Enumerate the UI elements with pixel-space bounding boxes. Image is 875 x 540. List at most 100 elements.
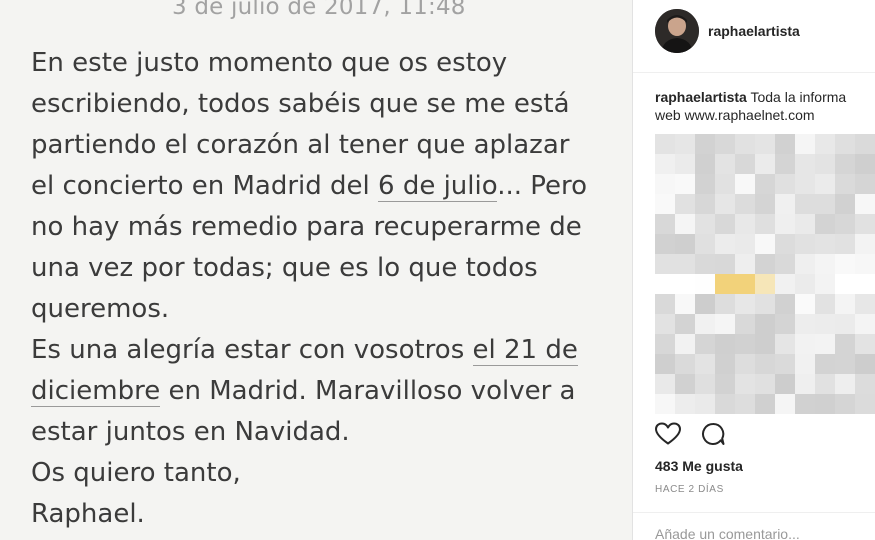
blur-tile: [855, 154, 875, 174]
blur-tile: [855, 214, 875, 234]
blur-tile: [795, 174, 815, 194]
blur-tile: [835, 354, 855, 374]
blur-tile: [655, 294, 675, 314]
note-line: escribiendo, todos sabéis que se me está: [31, 89, 570, 119]
header-divider: [633, 72, 875, 73]
blur-tile: [695, 254, 715, 274]
blur-tile: [715, 354, 735, 374]
blur-tile: [835, 254, 855, 274]
blur-tile: [815, 154, 835, 174]
blur-tile: [735, 174, 755, 194]
blur-tile: [675, 154, 695, 174]
note-paragraph-2: Es una alegría estar con vosotros el 21 …: [31, 330, 621, 453]
note-line: partiendo el corazón al tener que aplaza…: [31, 130, 570, 160]
blur-tile: [775, 154, 795, 174]
blur-tile: [695, 314, 715, 334]
blur-tile: [755, 194, 775, 214]
blur-tile: [715, 134, 735, 154]
blur-tile: [775, 254, 795, 274]
blur-tile: [815, 194, 835, 214]
blur-tile: [655, 154, 675, 174]
blur-tile: [795, 314, 815, 334]
blur-tile: [835, 154, 855, 174]
blur-tile: [815, 354, 835, 374]
blur-tile: [835, 134, 855, 154]
note-text: en Madrid. Maravilloso volver a: [160, 376, 576, 406]
blur-tile: [715, 294, 735, 314]
blur-tile: [695, 374, 715, 394]
blur-tile: [815, 174, 835, 194]
blur-tile: [835, 274, 855, 294]
blur-tile: [735, 314, 755, 334]
blur-tile: [735, 354, 755, 374]
blur-tile: [835, 234, 855, 254]
blur-tile: [735, 214, 755, 234]
blur-tile: [815, 394, 835, 414]
note-line: no hay más remedio para recuperarme de: [31, 212, 582, 242]
blur-tile: [835, 394, 855, 414]
note-line: queremos.: [31, 294, 170, 324]
likes-count[interactable]: 483 Me gusta: [655, 458, 743, 474]
heart-icon[interactable]: [655, 422, 681, 446]
note-text: el concierto en Madrid del: [31, 171, 379, 201]
blur-tile: [695, 334, 715, 354]
blur-tile: [735, 374, 755, 394]
blur-tile: [675, 274, 695, 294]
blur-tile: [855, 234, 875, 254]
blur-tile: [855, 394, 875, 414]
blur-tile: [655, 274, 675, 294]
blur-tile: [675, 374, 695, 394]
blur-tile: [675, 174, 695, 194]
post-username[interactable]: raphaelartista: [708, 23, 800, 39]
note-line: Os quiero tanto,: [31, 458, 241, 488]
blur-tile: [795, 294, 815, 314]
blur-tile: [755, 234, 775, 254]
date-link-6-julio[interactable]: 6 de julio: [378, 171, 498, 202]
date-link-21-diciembre-part1[interactable]: el 21 de: [472, 335, 578, 366]
blur-tile: [855, 274, 875, 294]
post-timestamp: HACE 2 DÍAS: [655, 484, 724, 495]
add-comment-input[interactable]: Añade un comentario...: [655, 526, 800, 540]
note-body: En este justo momento que os estoy escri…: [31, 43, 621, 535]
date-link-21-diciembre-part2[interactable]: diciembre: [31, 376, 161, 407]
blur-tile: [855, 354, 875, 374]
blur-tile: [755, 334, 775, 354]
note-line: una vez por todas; que es lo que todos: [31, 253, 538, 283]
avatar[interactable]: [655, 9, 699, 53]
note-text: ... Pero: [497, 171, 588, 201]
blur-tile: [735, 194, 755, 214]
blur-tile: [815, 334, 835, 354]
blur-tile: [695, 154, 715, 174]
caption-text: Toda la informa: [746, 89, 847, 105]
blur-tile: [715, 194, 735, 214]
comment-icon[interactable]: [701, 422, 725, 446]
blur-tile: [715, 174, 735, 194]
blur-tile: [815, 214, 835, 234]
blur-tile: [655, 354, 675, 374]
blur-tile: [835, 334, 855, 354]
blur-tile: [655, 254, 675, 274]
note-date: 3 de julio de 2017, 11:48: [172, 0, 466, 20]
blur-tile: [815, 274, 835, 294]
blur-tile: [715, 374, 735, 394]
blur-tile: [835, 314, 855, 334]
blur-tile: [755, 134, 775, 154]
caption-line: raphaelartista Toda la informa: [655, 88, 875, 106]
blur-tile: [695, 394, 715, 414]
blur-tile: [755, 294, 775, 314]
caption-username[interactable]: raphaelartista: [655, 89, 747, 105]
blur-tile: [835, 194, 855, 214]
post-caption: raphaelartista Toda la informa web www.r…: [655, 88, 875, 124]
blur-tile: [775, 274, 795, 294]
blur-tile: [775, 194, 795, 214]
blur-tile: [835, 174, 855, 194]
note-signature: Raphael.: [31, 499, 145, 529]
blur-tile: [655, 134, 675, 154]
note-text: Es una alegría estar con vosotros: [31, 335, 473, 365]
blur-tile: [755, 154, 775, 174]
blur-tile: [735, 134, 755, 154]
blur-tile: [855, 374, 875, 394]
blur-tile: [835, 374, 855, 394]
blur-tile: [735, 334, 755, 354]
blur-tile: [695, 294, 715, 314]
